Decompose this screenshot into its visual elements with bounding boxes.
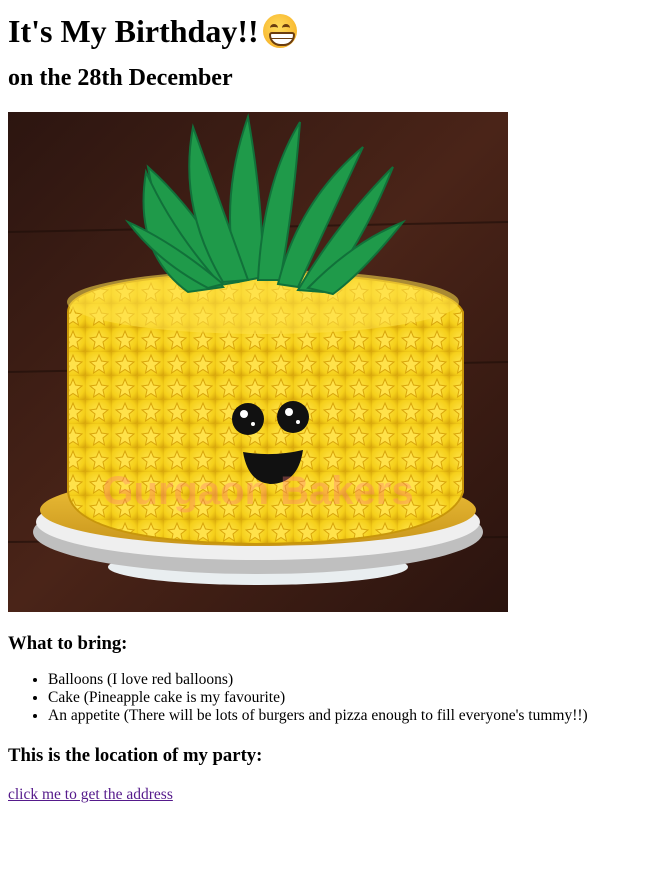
page-subtitle: on the 28th December <box>8 65 233 91</box>
list-item: Cake (Pineapple cake is my favourite) <box>48 689 641 707</box>
bring-heading: What to bring: <box>8 633 128 654</box>
watermark-text: Gurgaon Bakers <box>102 469 413 513</box>
title-text: It's My Birthday!! <box>8 13 259 49</box>
bring-list: Balloons (I love red balloons) Cake (Pin… <box>8 671 641 725</box>
page-title: It's My Birthday!! <box>8 0 641 50</box>
list-item: Balloons (I love red balloons) <box>48 671 641 689</box>
address-link[interactable]: click me to get the address <box>8 786 173 804</box>
pineapple-cake-image: Gurgaon Bakers <box>8 112 508 612</box>
grinning-face-icon <box>262 14 297 48</box>
location-heading: This is the location of my party: <box>8 745 263 766</box>
list-item: An appetite (There will be lots of burge… <box>48 707 641 725</box>
